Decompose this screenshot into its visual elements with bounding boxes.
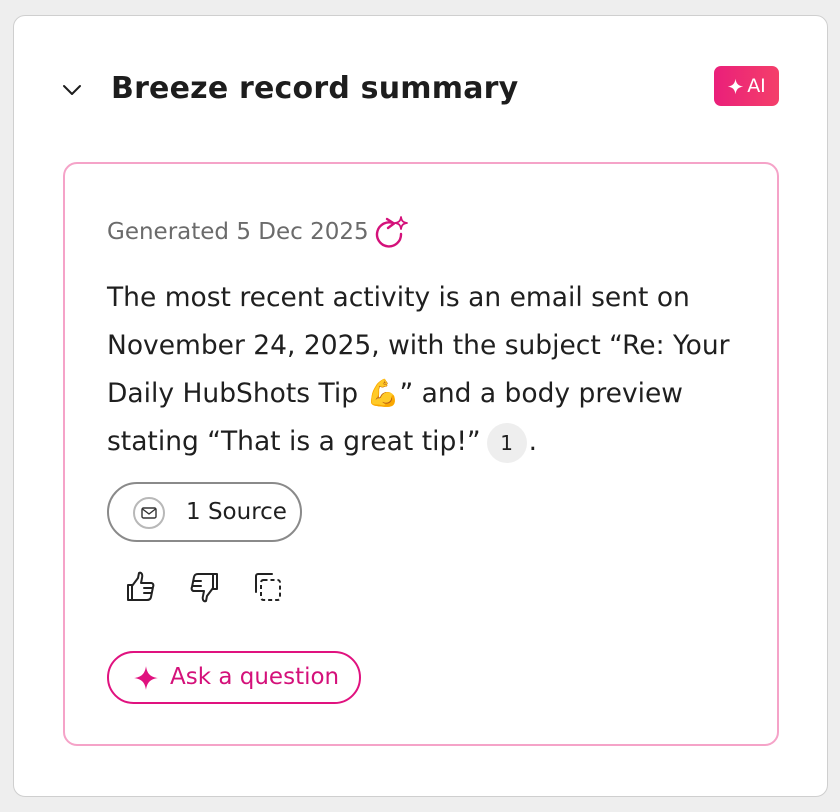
thumbs-down-icon[interactable] — [187, 570, 221, 604]
sparkle-icon — [134, 666, 158, 690]
ask-question-label: Ask a question — [170, 664, 340, 690]
ask-question-button[interactable]: Ask a question — [107, 651, 361, 704]
card-header: Breeze record summary AI — [14, 16, 827, 166]
sources-button[interactable]: 1 Source — [107, 482, 302, 542]
sparkle-icon — [727, 78, 744, 94]
mail-icon — [133, 497, 165, 529]
sources-label: 1 Source — [186, 499, 287, 525]
copy-icon[interactable] — [250, 570, 284, 604]
card-title: Breeze record summary — [111, 71, 519, 106]
summary-body: The most recent activity is an email sen… — [107, 282, 730, 457]
chevron-down-icon[interactable] — [60, 78, 84, 102]
ai-badge-label: AI — [747, 75, 766, 97]
citation-chip[interactable]: 1 — [486, 422, 527, 463]
summary-text: The most recent activity is an email sen… — [107, 274, 747, 466]
thumbs-up-icon[interactable] — [124, 570, 158, 604]
summary-panel: Generated 5 Dec 2025 The most recent act… — [63, 162, 779, 746]
generated-date: Generated 5 Dec 2025 — [107, 219, 369, 245]
regenerate-sparkle-icon[interactable] — [373, 214, 409, 250]
summary-end: . — [528, 426, 538, 457]
breeze-summary-card: Breeze record summary AI Generated 5 Dec… — [13, 15, 828, 797]
ai-badge: AI — [714, 66, 779, 106]
